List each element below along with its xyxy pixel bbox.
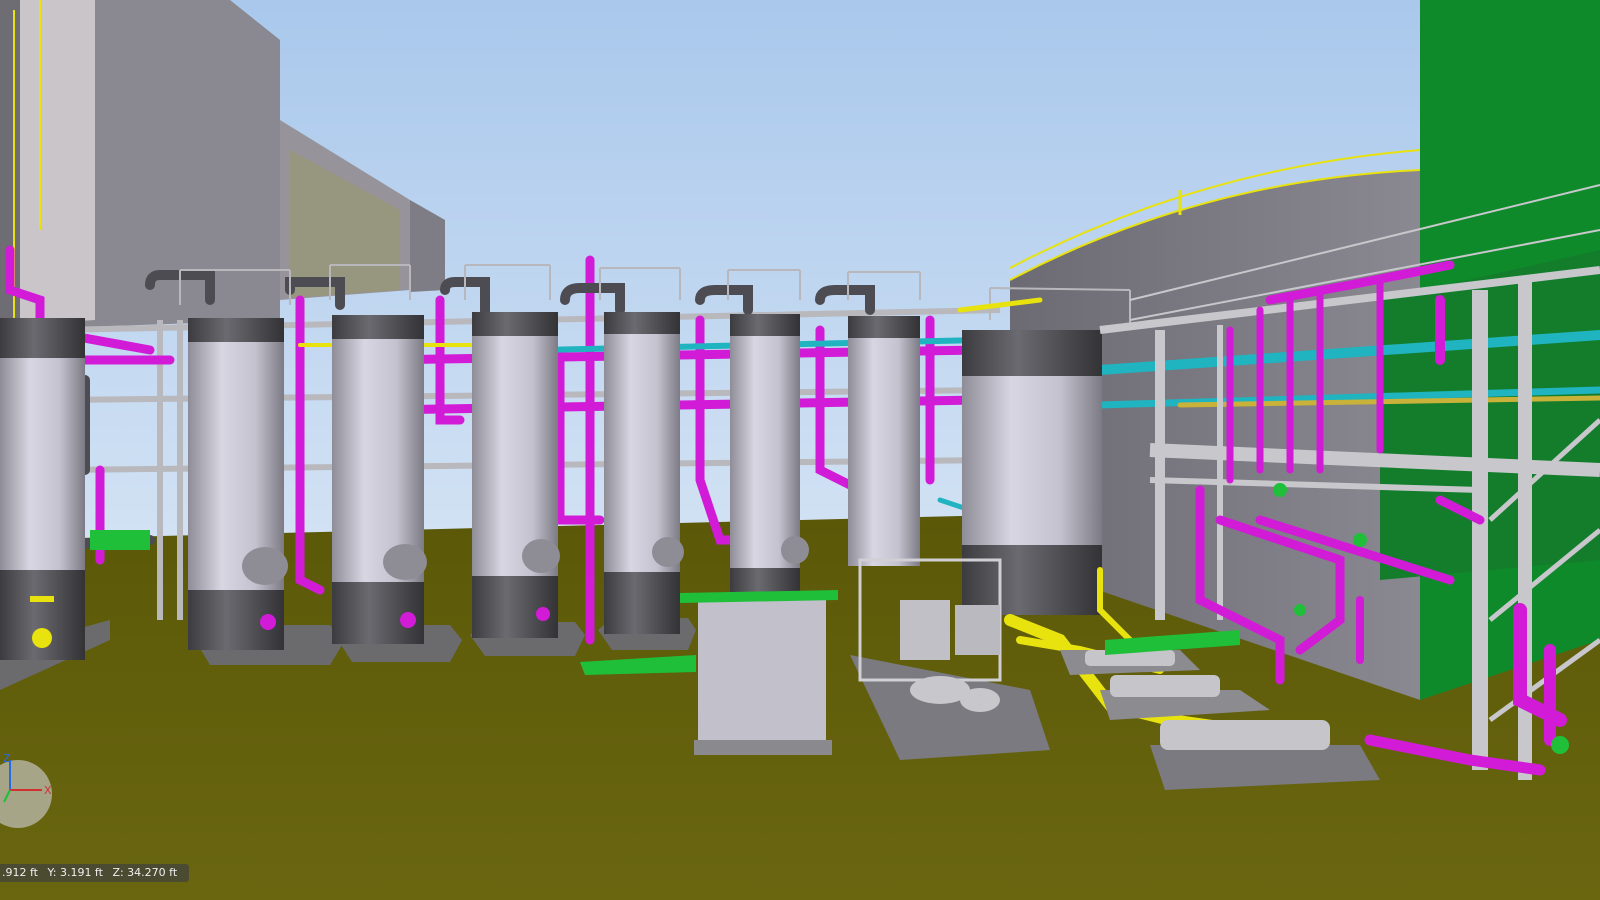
vessel-7 [848, 316, 920, 566]
axis-label-z: Z [3, 752, 11, 765]
coord-y: Y: 3.191 ft [47, 866, 103, 879]
3d-model-viewport[interactable]: Z X .912 ft Y: 3.191 ft Z: 34.270 ft [0, 0, 1600, 900]
vessel-8 [962, 330, 1102, 615]
plant-scene[interactable] [0, 0, 1600, 900]
axis-label-x: X [44, 784, 52, 797]
coord-x: .912 ft [2, 866, 38, 879]
coordinate-readout: .912 ft Y: 3.191 ft Z: 34.270 ft [0, 864, 190, 882]
electrical-cabinet [694, 593, 832, 755]
xyz-axis-triad-icon: Z X [0, 752, 60, 828]
vessel-6 [730, 314, 809, 600]
coord-z: Z: 34.270 ft [112, 866, 178, 879]
